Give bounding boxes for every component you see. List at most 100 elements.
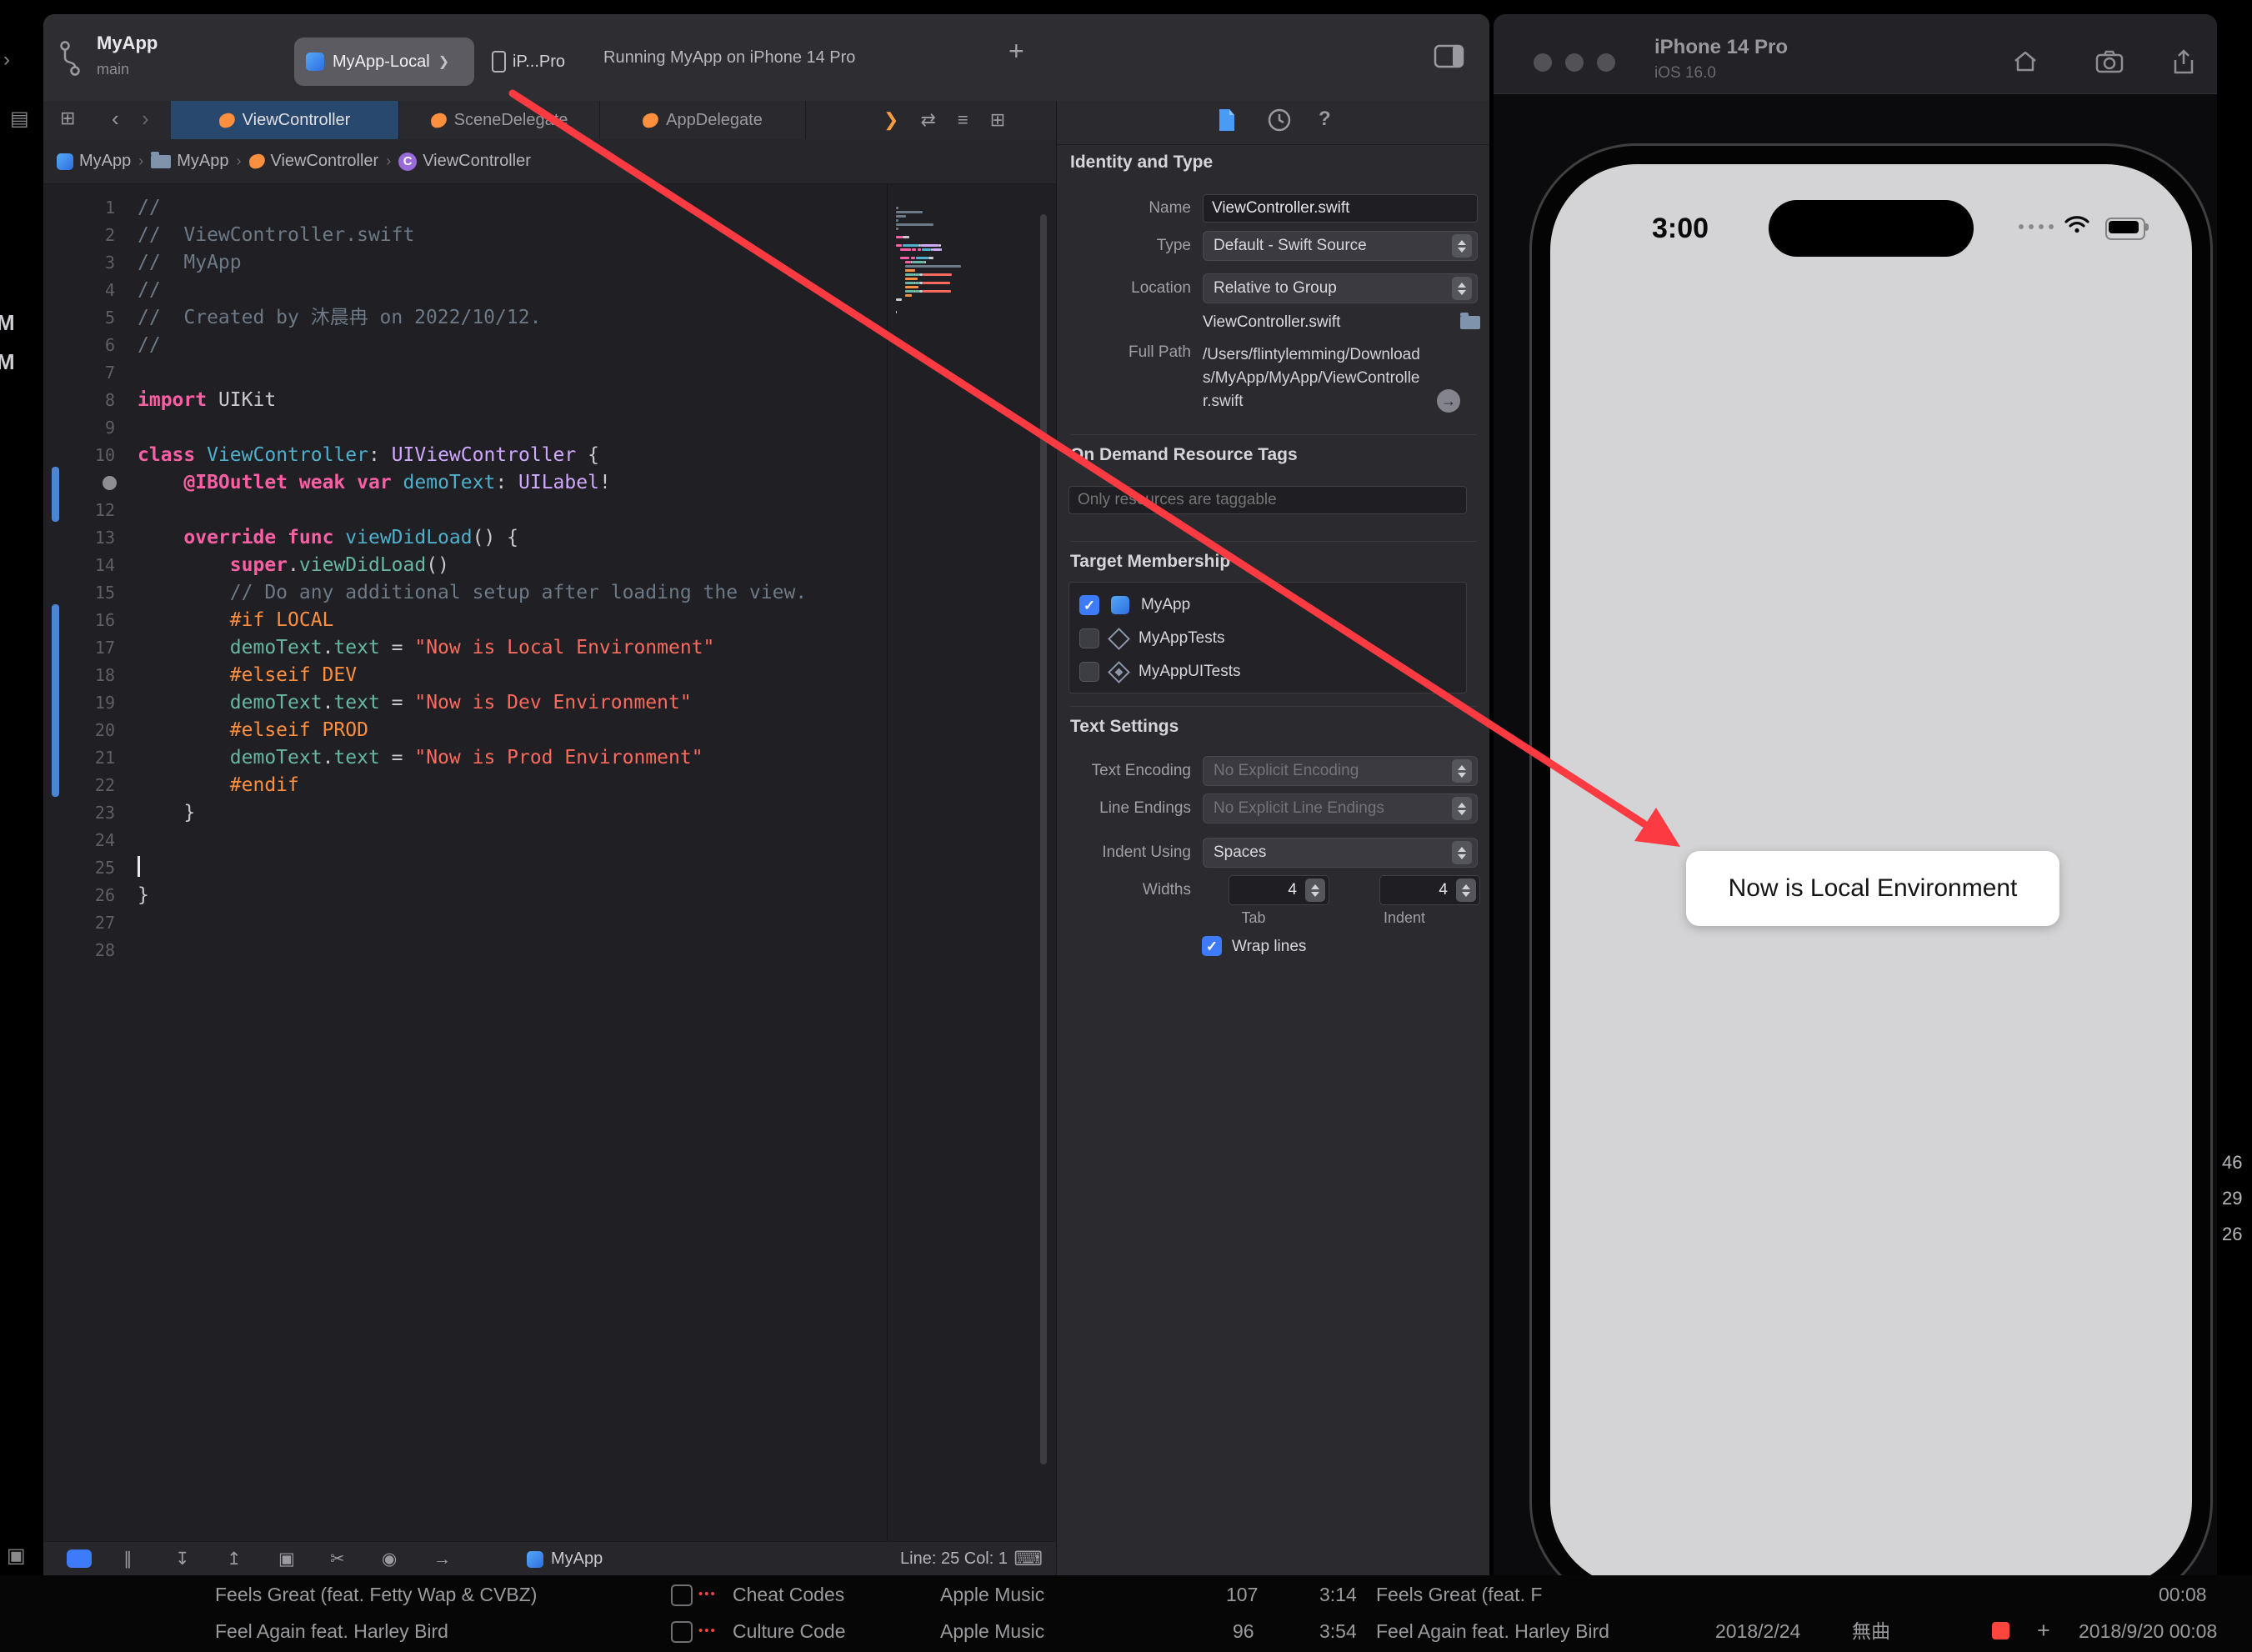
memory-graph-icon[interactable]: ✂ xyxy=(330,1542,345,1575)
editor-scrollbar[interactable] xyxy=(1040,214,1047,1464)
tab-viewcontroller[interactable]: ViewController xyxy=(171,101,399,139)
code-line[interactable]: 2// ViewController.swift xyxy=(43,222,885,249)
target-row-myappuitests[interactable]: MyAppUITests xyxy=(1069,655,1466,688)
code-line[interactable]: 18 #elseif DEV xyxy=(43,662,885,689)
add-button[interactable]: + xyxy=(1008,36,1024,67)
home-button-icon[interactable] xyxy=(2012,49,2039,74)
history-inspector-tab-icon[interactable] xyxy=(1267,108,1292,133)
breadcrumb-symbol[interactable]: C ViewController xyxy=(398,152,531,171)
breadcrumb-group[interactable]: MyApp xyxy=(151,152,228,171)
code-line[interactable]: 14 super.viewDidLoad() xyxy=(43,552,885,579)
wrap-lines-checkbox[interactable] xyxy=(1202,936,1222,956)
target-row-myapptests[interactable]: MyAppTests xyxy=(1069,622,1466,655)
related-items-icon[interactable]: ⊞ xyxy=(60,108,75,129)
indent-width-stepper[interactable]: 4 xyxy=(1379,875,1480,905)
target-checkbox[interactable] xyxy=(1079,595,1099,615)
line-endings-popup[interactable]: No Explicit Line Endings xyxy=(1203,793,1478,823)
scheme-selector[interactable]: MyApp-Local ❯ xyxy=(294,38,474,86)
code-line[interactable]: 26} xyxy=(43,882,885,909)
code-line[interactable]: 1// xyxy=(43,194,885,222)
code-line[interactable]: 22 #endif xyxy=(43,772,885,799)
inspector-toggle-icon[interactable] xyxy=(1434,44,1465,69)
code-line[interactable]: 20 #elseif PROD xyxy=(43,717,885,744)
code-line[interactable]: 6// xyxy=(43,332,885,359)
code-line[interactable]: 13 override func viewDidLoad() { xyxy=(43,524,885,552)
music-row-2[interactable]: Feel Again feat. Harley Bird•••Culture C… xyxy=(0,1619,2252,1647)
code-line[interactable]: 21 demoText.text = "Now is Prod Environm… xyxy=(43,744,885,772)
code-line[interactable]: 3// MyApp xyxy=(43,249,885,277)
quick-help-tab-icon[interactable]: ? xyxy=(1319,108,1331,131)
code-line[interactable]: 23 } xyxy=(43,799,885,827)
target-name: MyApp xyxy=(1141,596,1190,614)
minimap-token xyxy=(896,219,898,222)
code-line[interactable]: 27 xyxy=(43,909,885,937)
code-token: override xyxy=(183,527,276,548)
jump-chevron-icon[interactable]: ❯ xyxy=(883,109,898,131)
debug-pause-icon[interactable]: ∥ xyxy=(123,1542,133,1575)
code-line[interactable]: 10class ViewController: UIViewController… xyxy=(43,442,885,469)
go-forward-icon[interactable]: › xyxy=(142,106,149,132)
breadcrumb-file[interactable]: ViewController xyxy=(249,152,379,171)
resource-tags-input[interactable] xyxy=(1068,486,1467,514)
zoom-window-button[interactable] xyxy=(1597,53,1615,72)
simulate-location-icon[interactable]: → xyxy=(433,1542,451,1575)
code-line[interactable]: 5// Created by 沐晨冉 on 2022/10/12. xyxy=(43,304,885,332)
step-into-icon[interactable]: ↧ xyxy=(175,1542,190,1575)
run-destination[interactable]: iP...Pro xyxy=(492,38,565,86)
screenshot-camera-icon[interactable] xyxy=(2095,49,2124,74)
code-token: ! xyxy=(599,472,611,493)
code-line[interactable]: 16 #if LOCAL xyxy=(43,607,885,634)
source-editor[interactable]: 1//2// ViewController.swift3// MyApp4//5… xyxy=(43,184,1056,1541)
code-line[interactable]: 12 xyxy=(43,497,885,524)
code-line[interactable]: 8import UIKit xyxy=(43,387,885,414)
target-checkbox[interactable] xyxy=(1079,628,1099,648)
tab-label: SceneDelegate xyxy=(454,111,568,130)
minimap[interactable] xyxy=(887,184,1035,1541)
keyboard-icon[interactable]: ⌨ xyxy=(1013,1542,1043,1575)
code-line[interactable]: 24 xyxy=(43,827,885,854)
code-line[interactable]: 17 demoText.text = "Now is Local Environ… xyxy=(43,634,885,662)
target-checkbox[interactable] xyxy=(1079,662,1099,682)
code-line[interactable]: 7 xyxy=(43,359,885,387)
background-count: 29 xyxy=(2222,1188,2242,1209)
breakpoints-toggle[interactable] xyxy=(67,1549,92,1568)
code-line[interactable]: 4// xyxy=(43,277,885,304)
step-out-icon[interactable]: ↥ xyxy=(227,1542,242,1575)
indent-using-popup[interactable]: Spaces xyxy=(1203,838,1478,868)
running-target[interactable]: MyApp xyxy=(527,1542,603,1575)
code-line[interactable]: 15 // Do any additional setup after load… xyxy=(43,579,885,607)
location-popup[interactable]: Relative to Group xyxy=(1203,273,1478,303)
simulator-titlebar[interactable]: iPhone 14 Pro iOS 16.0 xyxy=(1494,14,2217,94)
minimap-token xyxy=(896,211,923,213)
iphone-screen[interactable]: 3:00 Now is Local Environment xyxy=(1550,164,2192,1588)
folder-icon[interactable] xyxy=(1460,316,1480,329)
code-line[interactable]: @IBOutlet weak var demoText: UILabel! xyxy=(43,469,885,497)
breadcrumb-project[interactable]: MyApp xyxy=(57,152,131,171)
environment-overrides-icon[interactable]: ◉ xyxy=(382,1542,397,1575)
close-window-button[interactable] xyxy=(1534,53,1552,72)
tab-width-stepper[interactable]: 4 xyxy=(1229,875,1329,905)
scheme-name: MyApp-Local xyxy=(333,53,430,72)
target-row-myapp[interactable]: MyApp xyxy=(1069,588,1466,622)
tab-scenedelegate[interactable]: SceneDelegate xyxy=(399,101,600,139)
reveal-arrow-icon[interactable]: → xyxy=(1437,389,1460,413)
name-input[interactable] xyxy=(1203,194,1478,223)
encoding-popup[interactable]: No Explicit Encoding xyxy=(1203,756,1478,786)
code-line[interactable]: 25 xyxy=(43,854,885,882)
type-popup[interactable]: Default - Swift Source xyxy=(1203,231,1478,261)
view-debugger-icon[interactable]: ▣ xyxy=(278,1542,295,1575)
line-list-icon[interactable]: ≡ xyxy=(958,109,968,131)
tab-appdelegate[interactable]: AppDelegate xyxy=(600,101,806,139)
swap-files-icon[interactable]: ⇄ xyxy=(920,109,935,131)
code-line[interactable]: 19 demoText.text = "Now is Dev Environme… xyxy=(43,689,885,717)
minimize-window-button[interactable] xyxy=(1565,53,1584,72)
outlet-connection-well[interactable] xyxy=(43,469,115,497)
split-editor-icon[interactable]: ⊞ xyxy=(990,109,1005,131)
go-back-icon[interactable]: ‹ xyxy=(112,106,119,132)
code-line[interactable]: 28 xyxy=(43,937,885,964)
app-icon xyxy=(306,53,324,71)
file-inspector-tab-icon[interactable] xyxy=(1217,108,1237,133)
code-line[interactable]: 9 xyxy=(43,414,885,442)
music-row-1[interactable]: Feels Great (feat. Fetty Wap & CVBZ)•••C… xyxy=(0,1582,2252,1610)
share-icon[interactable] xyxy=(2172,49,2195,76)
